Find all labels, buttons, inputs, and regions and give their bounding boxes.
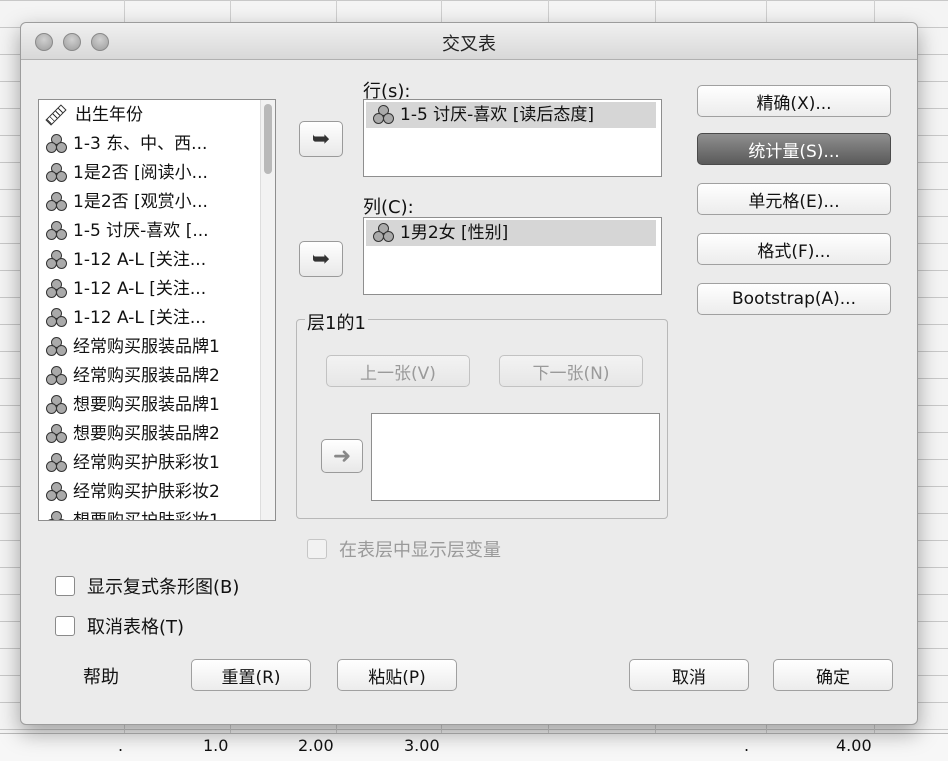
move-to-layer-button[interactable]: ➜ (321, 439, 363, 473)
nominal-icon (45, 221, 67, 241)
spreadsheet-bottom-row (0, 733, 948, 761)
help-button[interactable]: 帮助 (83, 663, 119, 689)
variable-label: 1-12 A-L [关注... (73, 279, 207, 299)
nominal-icon (45, 482, 67, 502)
rows-item-label: 1-5 讨厌-喜欢 [读后态度] (400, 105, 594, 125)
variable-label: 出生年份 (75, 105, 143, 125)
format-button[interactable]: 格式(F)... (697, 233, 891, 265)
layer-label: 层1的1 (305, 309, 368, 335)
next-layer-button[interactable]: 下一张(N) (499, 355, 643, 387)
ok-button[interactable]: 确定 (773, 659, 893, 691)
variable-label: 想要购买护肤彩妆1 (73, 511, 220, 521)
nominal-icon (45, 250, 67, 270)
variable-item[interactable]: 想要购买服装品牌2 (45, 421, 220, 447)
paste-button[interactable]: 粘贴(P) (337, 659, 457, 691)
previous-layer-button[interactable]: 上一张(V) (326, 355, 470, 387)
arrow-left-icon: ➥ (311, 246, 331, 272)
variable-item[interactable]: 1是2否 [观赏小... (45, 189, 208, 215)
dialog-title: 交叉表 (442, 34, 496, 55)
suppress-tables-checkbox[interactable]: 取消表格(T) (55, 613, 184, 639)
arrow-right-icon: ➜ (332, 443, 352, 469)
nominal-icon (45, 424, 67, 444)
variable-item[interactable]: 1是2否 [阅读小... (45, 160, 208, 186)
variable-label: 经常购买服装品牌1 (73, 337, 220, 357)
rows-target-list[interactable]: 1-5 讨厌-喜欢 [读后态度] (363, 99, 662, 177)
cell-value[interactable]: . (744, 736, 749, 755)
nominal-icon (45, 453, 67, 473)
crosstabs-dialog: 交叉表 出生年份 1-3 东、中、西... 1是2否 [阅读小... 1是2否 … (20, 22, 918, 725)
title-bar: 交叉表 (21, 23, 917, 60)
cell-value[interactable]: 2.00 (298, 736, 334, 755)
columns-target-list[interactable]: 1男2女 [性别] (363, 217, 662, 295)
variable-item[interactable]: 经常购买服装品牌2 (45, 363, 220, 389)
nominal-icon (45, 337, 67, 357)
nominal-icon (45, 134, 67, 154)
exact-button[interactable]: 精确(X)... (697, 85, 891, 117)
variable-list[interactable]: 出生年份 1-3 东、中、西... 1是2否 [阅读小... 1是2否 [观赏小… (38, 99, 276, 521)
variable-label: 1是2否 [阅读小... (73, 163, 208, 183)
nominal-icon (45, 511, 67, 520)
nominal-icon (45, 308, 67, 328)
variable-label: 1-12 A-L [关注... (73, 308, 207, 328)
variable-label: 1是2否 [观赏小... (73, 192, 208, 212)
scale-ruler-icon (45, 104, 67, 126)
arrow-left-icon: ➥ (311, 126, 331, 152)
variable-label: 经常购买护肤彩妆1 (73, 453, 220, 473)
variable-item[interactable]: 想要购买服装品牌1 (45, 392, 220, 418)
variable-item[interactable]: 1-12 A-L [关注... (45, 247, 206, 273)
reset-button[interactable]: 重置(R) (191, 659, 311, 691)
move-to-columns-button[interactable]: ➥ (299, 241, 343, 277)
nominal-icon (45, 366, 67, 386)
variable-item[interactable]: 经常购买护肤彩妆2 (45, 479, 220, 505)
variable-item[interactable]: 1-5 讨厌-喜欢 [... (45, 218, 209, 244)
columns-item-label: 1男2女 [性别] (400, 223, 509, 243)
suppress-tables-label: 取消表格(T) (87, 617, 185, 638)
cell-value[interactable]: . (118, 736, 123, 755)
variable-label: 经常购买护肤彩妆2 (73, 482, 220, 502)
bootstrap-button[interactable]: Bootstrap(A)... (697, 283, 891, 315)
variable-label: 1-5 讨厌-喜欢 [... (73, 221, 209, 241)
nominal-icon (45, 395, 67, 415)
variable-label: 经常购买服装品牌2 (73, 366, 220, 386)
variable-item[interactable]: 1-12 A-L [关注... (45, 276, 206, 302)
clustered-bar-chart-label: 显示复式条形图(B) (87, 577, 240, 598)
checkbox-box (307, 539, 327, 559)
variable-list-scrollbar[interactable] (260, 100, 275, 520)
cell-value[interactable]: 4.00 (836, 736, 872, 755)
show-layer-variables-label: 在表层中显示层变量 (339, 540, 501, 561)
cancel-button[interactable]: 取消 (629, 659, 749, 691)
statistics-button[interactable]: 统计量(S)... (697, 133, 891, 165)
scrollbar-thumb[interactable] (264, 104, 272, 174)
variable-item[interactable]: 1-3 东、中、西... (45, 131, 207, 157)
variable-item[interactable]: 1-12 A-L [关注... (45, 305, 206, 331)
variable-label: 想要购买服装品牌2 (73, 424, 220, 444)
variable-item[interactable]: 想要购买护肤彩妆1 (45, 508, 220, 521)
show-layer-variables-checkbox[interactable]: 在表层中显示层变量 (307, 536, 501, 562)
variable-item[interactable]: 经常购买护肤彩妆1 (45, 450, 220, 476)
clustered-bar-chart-checkbox[interactable]: 显示复式条形图(B) (55, 573, 239, 599)
cells-button[interactable]: 单元格(E)... (697, 183, 891, 215)
nominal-icon (45, 192, 67, 212)
nominal-icon (45, 279, 67, 299)
nominal-icon (372, 105, 394, 125)
variable-item[interactable]: 经常购买服装品牌1 (45, 334, 220, 360)
checkbox-box (55, 576, 75, 596)
columns-selected-item[interactable]: 1男2女 [性别] (366, 220, 656, 246)
variable-item[interactable]: 出生年份 (45, 102, 143, 128)
variable-label: 1-3 东、中、西... (73, 134, 208, 154)
cell-value[interactable]: 3.00 (404, 736, 440, 755)
cell-value[interactable]: 1.0 (203, 736, 228, 755)
columns-label: 列(C): (363, 197, 414, 218)
nominal-icon (372, 223, 394, 243)
variable-label: 1-12 A-L [关注... (73, 250, 207, 270)
variable-label: 想要购买服装品牌1 (73, 395, 220, 415)
rows-selected-item[interactable]: 1-5 讨厌-喜欢 [读后态度] (366, 102, 656, 128)
checkbox-box (55, 616, 75, 636)
nominal-icon (45, 163, 67, 183)
layer-target-list[interactable] (371, 413, 660, 501)
move-to-rows-button[interactable]: ➥ (299, 121, 343, 157)
